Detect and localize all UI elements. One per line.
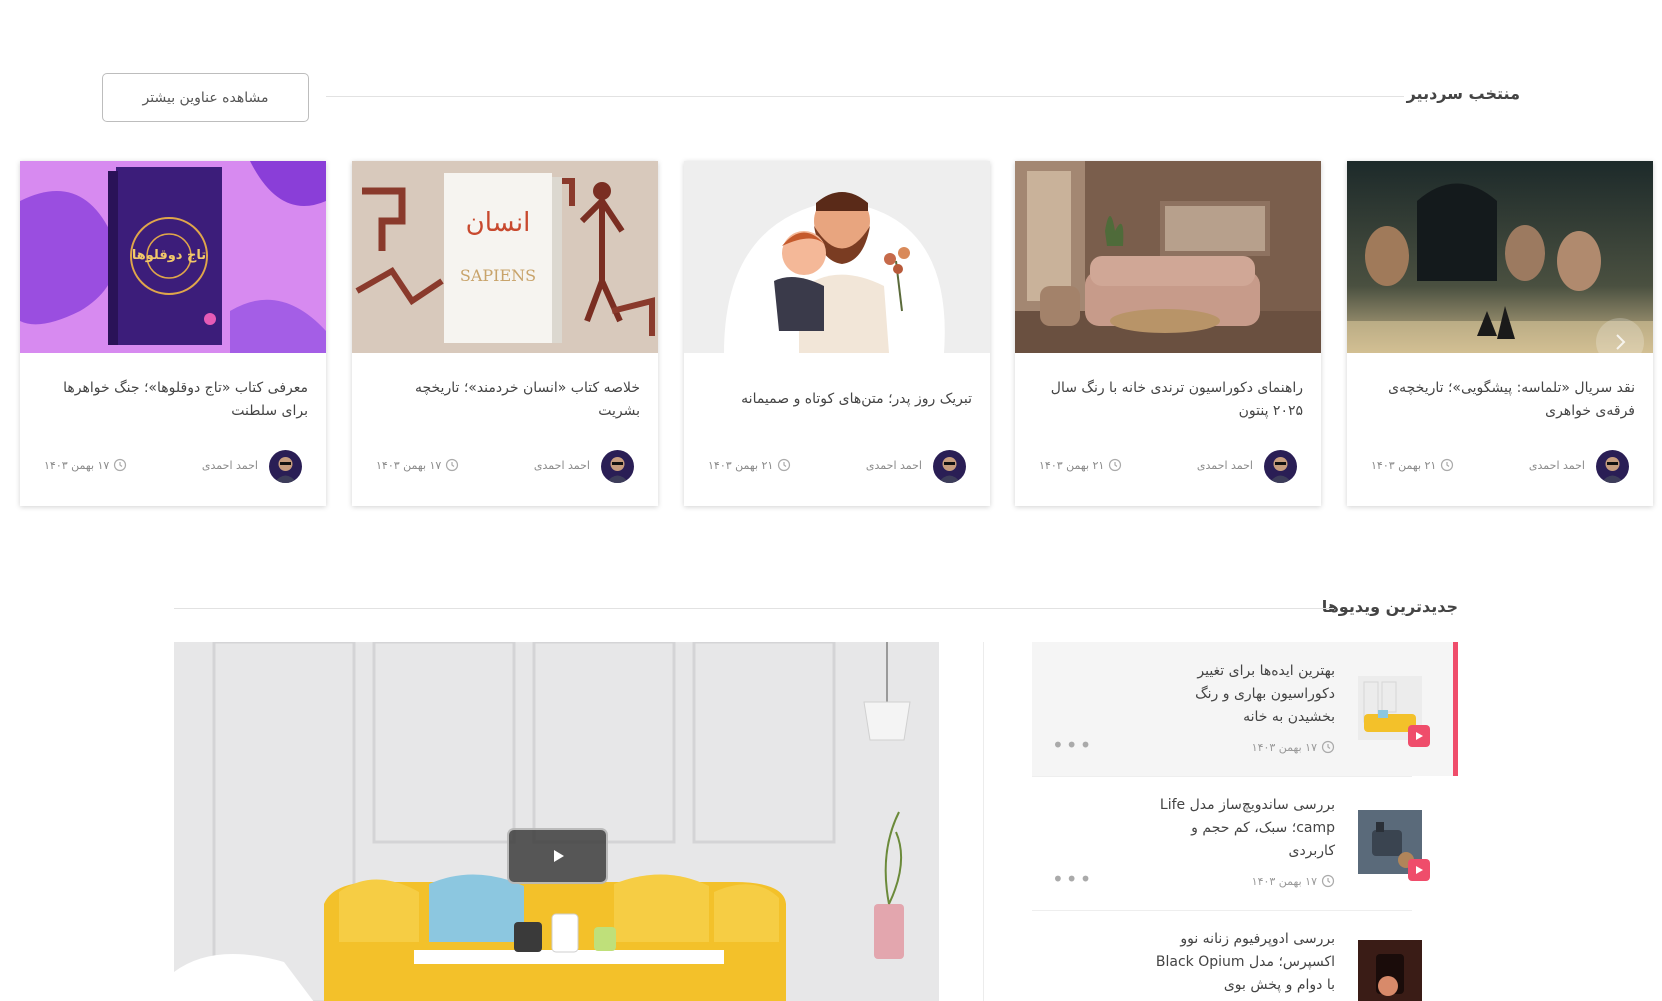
- publish-date: ۱۷ بهمن ۱۴۰۳: [376, 458, 459, 472]
- article-meta: احمد احمدی ۱۷ بهمن ۱۴۰۳: [20, 448, 326, 484]
- video-play-badge: [1408, 725, 1430, 747]
- date-text: ۲۱ بهمن ۱۴۰۳: [1039, 458, 1105, 472]
- author-name[interactable]: احمد احمدی: [534, 459, 590, 472]
- video-date: ۱۷ بهمن ۱۴۰۳: [1252, 740, 1335, 754]
- date-text: ۱۷ بهمن ۱۴۰۳: [44, 458, 110, 472]
- clock-icon: [114, 458, 127, 472]
- play-icon: [1416, 732, 1423, 740]
- chevron-right-icon: [1616, 334, 1626, 350]
- article-card[interactable]: تبریک روز پدر؛ متن‌های کوتاه و صمیمانه ا…: [684, 161, 990, 506]
- article-title[interactable]: راهنمای دکوراسیون ترندی خانه با رنگ سال …: [1033, 377, 1303, 423]
- play-icon: [1416, 866, 1423, 874]
- article-meta: احمد احمدی ۲۱ بهمن ۱۴۰۳: [1015, 448, 1321, 484]
- author-avatar: [1596, 450, 1629, 483]
- article-image-twin-crown[interactable]: تاج دوقلوها: [20, 161, 326, 353]
- article-meta: احمد احمدی ۲۱ بهمن ۱۴۰۳: [1347, 448, 1653, 484]
- author-name[interactable]: احمد احمدی: [1529, 459, 1585, 472]
- video-title[interactable]: بررسی ادوپرفیوم زنانه نوو اکسپرس؛ مدل Bl…: [1155, 928, 1335, 997]
- video-title[interactable]: بهترین ایده‌ها برای تغییر دکوراسیون بهار…: [1155, 660, 1335, 729]
- editors-pick-title: منتخب سردبیر: [1406, 84, 1520, 103]
- play-icon: [553, 850, 564, 862]
- author-avatar: [933, 450, 966, 483]
- article-meta: احمد احمدی ۱۷ بهمن ۱۴۰۳: [352, 448, 658, 484]
- article-meta: احمد احمدی ۲۱ بهمن ۱۴۰۳: [684, 448, 990, 484]
- date-text: ۱۷ بهمن ۱۴۰۳: [1251, 740, 1317, 754]
- clock-icon: [1109, 458, 1122, 472]
- author-avatar: [269, 450, 302, 483]
- svg-text:تاج دوقلوها: تاج دوقلوها: [132, 248, 206, 263]
- video-list-item[interactable]: بررسی ادوپرفیوم زنانه نوو اکسپرس؛ مدل Bl…: [1032, 910, 1458, 1001]
- date-text: ۲۱ بهمن ۱۴۰۳: [708, 458, 774, 472]
- author-name[interactable]: احمد احمدی: [1197, 459, 1253, 472]
- play-button[interactable]: [507, 828, 608, 884]
- clock-icon: [1321, 874, 1335, 888]
- more-options-button[interactable]: •••: [1052, 735, 1093, 755]
- article-card[interactable]: انسان SAPIENS خلاصه کتاب «انسان خردمند»؛…: [352, 161, 658, 506]
- article-card[interactable]: تاج دوقلوها معرفی کتاب «تاج دوقلوها»؛ جن…: [20, 161, 326, 506]
- publish-date: ۲۱ بهمن ۱۴۰۳: [1371, 458, 1454, 472]
- latest-videos-title: جدیدترین ویدیوها: [1321, 597, 1458, 616]
- clock-icon: [446, 458, 459, 472]
- video-title[interactable]: بررسی ساندویچ‌ساز مدل Life camp؛ سبک، کم…: [1155, 794, 1335, 863]
- article-title[interactable]: تبریک روز پدر؛ متن‌های کوتاه و صمیمانه: [702, 388, 972, 411]
- date-text: ۱۷ بهمن ۱۴۰۳: [376, 458, 442, 472]
- publish-date: ۱۷ بهمن ۱۴۰۳: [44, 458, 127, 472]
- article-image-living-room[interactable]: [1015, 161, 1321, 353]
- article-title[interactable]: خلاصه کتاب «انسان خردمند»؛ تاریخچه بشریت: [370, 377, 640, 423]
- more-options-button[interactable]: •••: [1052, 869, 1093, 889]
- clock-icon: [1321, 740, 1335, 754]
- video-thumbnail[interactable]: [1358, 940, 1422, 1001]
- author-name[interactable]: احمد احمدی: [866, 459, 922, 472]
- video-date: ۱۷ بهمن ۱۴۰۳: [1252, 874, 1335, 888]
- article-image-sapiens[interactable]: انسان SAPIENS: [352, 161, 658, 353]
- clock-icon: [1441, 458, 1454, 472]
- column-divider: [983, 642, 984, 1001]
- video-play-badge: [1408, 859, 1430, 881]
- article-card[interactable]: راهنمای دکوراسیون ترندی خانه با رنگ سال …: [1015, 161, 1321, 506]
- editors-pick-carousel: نقد سریال «تلماسه: پیشگویی»؛ تاریخچه‌ی ف…: [0, 161, 1662, 507]
- article-title[interactable]: نقد سریال «تلماسه: پیشگویی»؛ تاریخچه‌ی ف…: [1365, 377, 1635, 423]
- video-player[interactable]: [174, 642, 939, 1001]
- active-indicator: [1453, 642, 1458, 776]
- article-image-fathers-day[interactable]: [684, 161, 990, 353]
- clock-icon: [778, 458, 791, 472]
- svg-text:SAPIENS: SAPIENS: [460, 266, 536, 285]
- section-divider: [326, 96, 1404, 97]
- video-list-item[interactable]: بررسی ساندویچ‌ساز مدل Life camp؛ سبک، کم…: [1032, 776, 1458, 910]
- author-avatar: [1264, 450, 1297, 483]
- date-text: ۲۱ بهمن ۱۴۰۳: [1371, 458, 1437, 472]
- svg-text:انسان: انسان: [466, 208, 531, 238]
- section-divider: [174, 608, 1334, 609]
- author-avatar: [601, 450, 634, 483]
- date-text: ۱۷ بهمن ۱۴۰۳: [1251, 874, 1317, 888]
- author-name[interactable]: احمد احمدی: [202, 459, 258, 472]
- publish-date: ۲۱ بهمن ۱۴۰۳: [708, 458, 791, 472]
- publish-date: ۲۱ بهمن ۱۴۰۳: [1039, 458, 1122, 472]
- editors-pick-header: منتخب سردبیر مشاهده عناوین بیشتر: [0, 60, 1662, 132]
- view-more-button[interactable]: مشاهده عناوین بیشتر: [102, 73, 309, 122]
- video-list-item[interactable]: بهترین ایده‌ها برای تغییر دکوراسیون بهار…: [1032, 642, 1458, 776]
- article-title[interactable]: معرفی کتاب «تاج دوقلوها»؛ جنگ خواهرها بر…: [38, 377, 308, 423]
- carousel-next-arrow[interactable]: [1596, 318, 1644, 366]
